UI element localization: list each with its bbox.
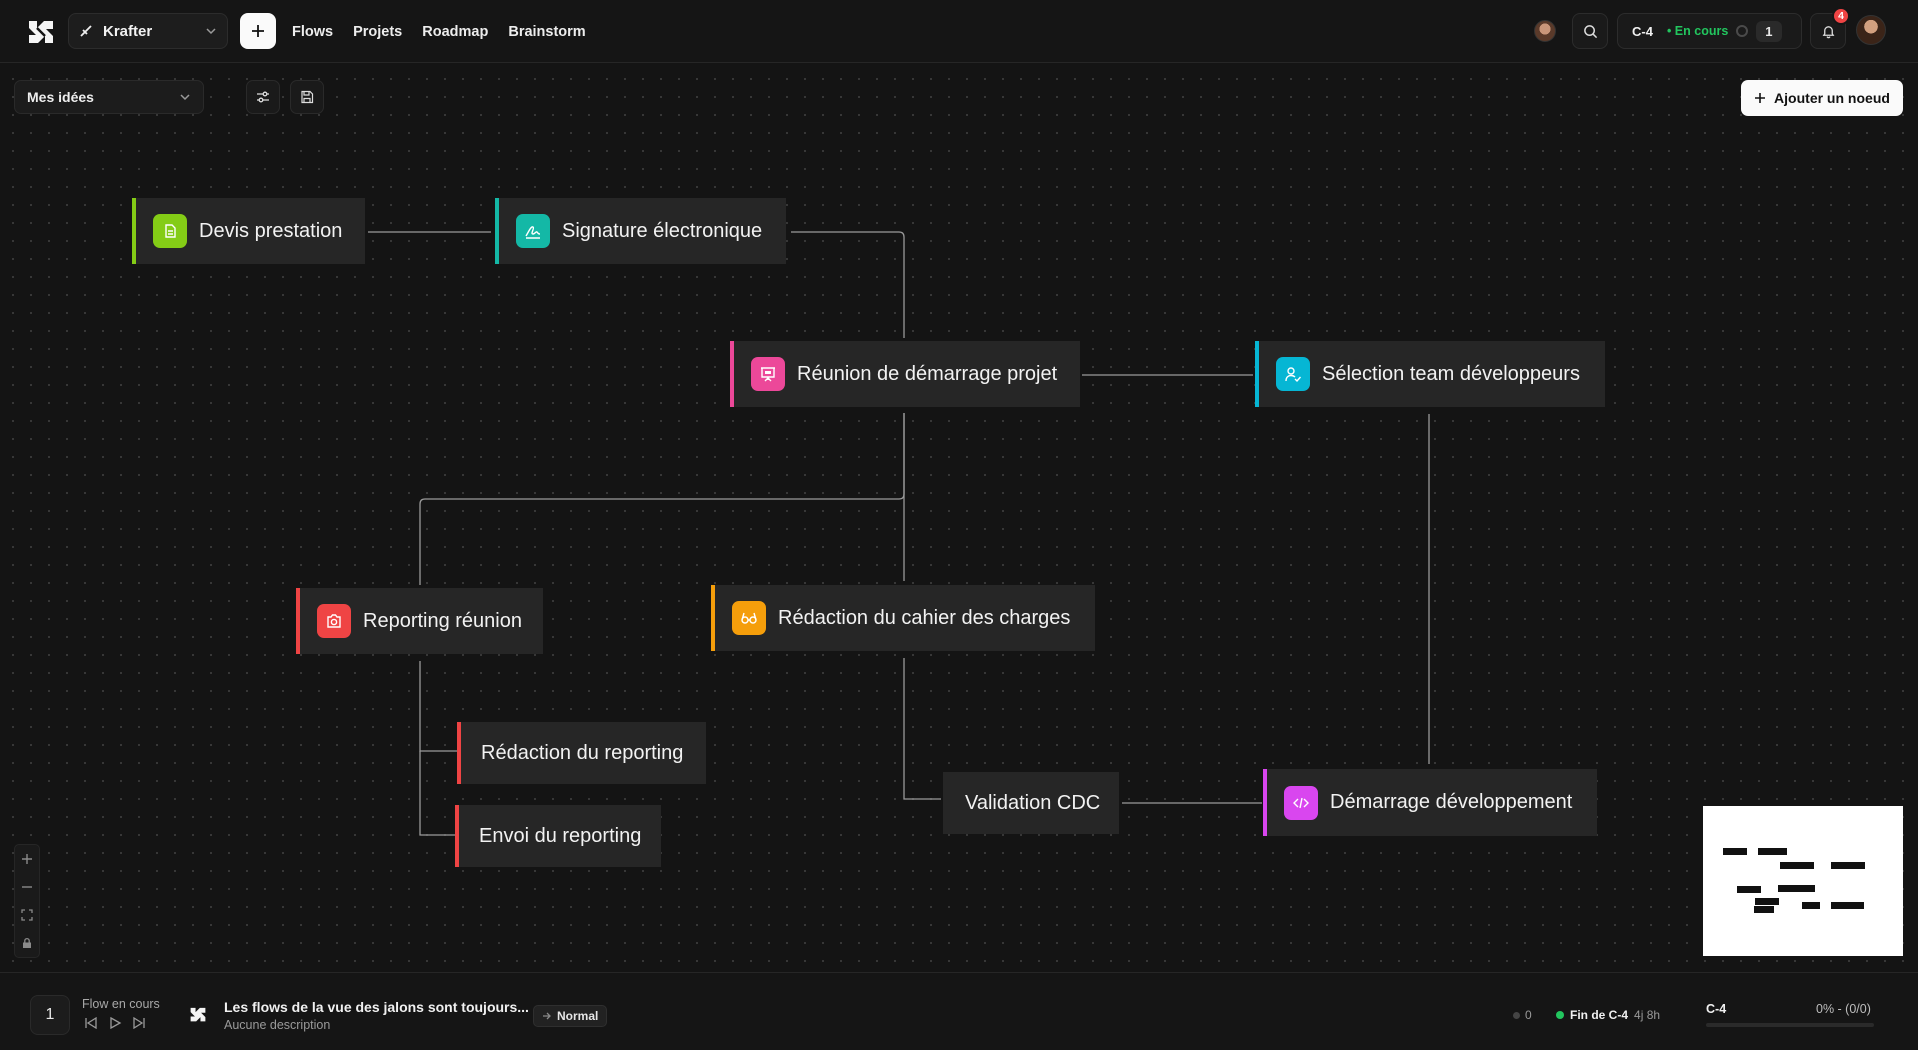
search-button[interactable] <box>1572 13 1608 49</box>
cycle-name: C-4 <box>1706 1002 1727 1016</box>
nav-projets[interactable]: Projets <box>353 24 402 40</box>
flow-description: Aucune description <box>224 1018 331 1032</box>
node-reporting-reunion[interactable]: Reporting réunion <box>296 588 543 654</box>
flow-label: Flow en cours <box>82 997 160 1011</box>
cycle-state: • En cours <box>1666 24 1729 38</box>
workspace-icon <box>80 25 92 37</box>
edge-reporting-redaction <box>419 661 457 752</box>
bell-icon <box>1822 25 1834 38</box>
zoom-in-icon[interactable] <box>21 853 33 865</box>
minimap-node <box>1831 902 1864 909</box>
edge-cdc-validation <box>903 658 941 800</box>
node-label: Rédaction du reporting <box>481 741 684 764</box>
node-devis-prestation[interactable]: Devis prestation <box>132 198 365 264</box>
user-check-icon <box>1276 357 1310 391</box>
end-time: 4j 8h <box>1634 1008 1661 1022</box>
node-label: Rédaction du cahier des charges <box>778 606 1071 629</box>
member-avatar[interactable] <box>1534 20 1556 42</box>
node-redaction-reporting[interactable]: Rédaction du reporting <box>457 722 706 784</box>
minimap-node <box>1737 886 1761 893</box>
priority-badge[interactable]: Normal <box>533 1005 608 1027</box>
flow-canvas[interactable]: Mes idées Ajouter un noeud Devis prestat… <box>0 64 1918 972</box>
minimap-node <box>1831 862 1865 869</box>
cycle-progress-text: 0% - (0/0) <box>1816 1002 1871 1016</box>
nav-brainstorm[interactable]: Brainstorm <box>508 24 585 40</box>
main-nav: Flows Projets Roadmap Brainstorm <box>292 0 586 63</box>
node-label: Devis prestation <box>199 219 343 242</box>
priority-label: Normal <box>557 1009 599 1023</box>
code-icon <box>1284 785 1318 820</box>
flow-title[interactable]: Les flows de la vue des jalons sont touj… <box>224 999 529 1015</box>
cycle-label: C-4 <box>1632 23 1653 39</box>
flow-controls <box>84 1017 146 1029</box>
node-label: Envoi du reporting <box>479 824 642 847</box>
search-icon <box>1583 24 1597 38</box>
workspace-switcher[interactable]: Krafter <box>68 13 228 49</box>
dot-icon <box>1513 1011 1520 1019</box>
minimap-node <box>1780 862 1814 869</box>
status-dot-icon <box>1556 1011 1564 1019</box>
cycle-progress-bar <box>1706 1023 1874 1027</box>
camera-icon <box>317 604 351 638</box>
plus-icon <box>252 25 264 37</box>
edge-reporting-envoi <box>419 751 455 836</box>
node-reunion-demarrage[interactable]: Réunion de démarrage projet <box>730 341 1080 407</box>
node-validation-cdc[interactable]: Validation CDC <box>943 772 1119 834</box>
node-demarrage-developpement[interactable]: Démarrage développement <box>1263 769 1597 836</box>
node-envoi-reporting[interactable]: Envoi du reporting <box>455 805 661 867</box>
edge-reunion-reporting <box>419 413 905 585</box>
node-signature-electronique[interactable]: Signature électronique <box>495 198 786 264</box>
fit-view-icon[interactable] <box>21 909 33 921</box>
minimap-node <box>1723 848 1747 855</box>
dot-count: 0 <box>1513 1008 1532 1022</box>
arrow-right-icon <box>543 1012 551 1020</box>
workspace-name: Krafter <box>103 22 153 40</box>
cycle-status[interactable]: C-4 • En cours 1 <box>1617 13 1802 49</box>
signature-icon <box>516 214 550 248</box>
node-redaction-cdc[interactable]: Rédaction du cahier des charges <box>711 585 1095 651</box>
edge-signature-reunion <box>791 231 905 338</box>
presentation-icon <box>751 357 785 391</box>
lock-icon[interactable] <box>21 937 33 949</box>
cycle-end: Fin de C-4 4j 8h <box>1556 1008 1660 1022</box>
minimap-node <box>1754 906 1774 913</box>
dot-count-value: 0 <box>1525 1008 1532 1022</box>
node-label: Reporting réunion <box>363 609 522 632</box>
minimap-node <box>1755 898 1779 905</box>
node-label: Signature électronique <box>562 219 763 242</box>
node-label: Réunion de démarrage projet <box>797 362 1058 385</box>
skip-back-icon[interactable] <box>84 1017 98 1029</box>
user-avatar[interactable] <box>1856 15 1886 45</box>
notification-badge: 4 <box>1832 7 1850 25</box>
cycle-count: 1 <box>1756 20 1782 42</box>
glasses-icon <box>732 601 766 635</box>
skip-forward-icon[interactable] <box>132 1017 146 1029</box>
file-icon <box>153 214 187 248</box>
node-label: Sélection team développeurs <box>1322 362 1580 385</box>
chevron-down-icon <box>206 28 216 35</box>
app-logo-icon[interactable] <box>28 18 54 44</box>
node-label: Démarrage développement <box>1330 791 1573 813</box>
play-icon[interactable] <box>108 1017 122 1029</box>
progress-ring-icon <box>1736 25 1749 37</box>
minimap[interactable] <box>1703 806 1903 956</box>
minimap-node <box>1758 848 1787 855</box>
minimap-node <box>1802 902 1820 909</box>
zoom-controls <box>14 844 40 958</box>
zoom-out-icon[interactable] <box>21 881 33 893</box>
nav-flows[interactable]: Flows <box>292 24 333 40</box>
flow-number[interactable]: 1 <box>30 995 70 1035</box>
nav-roadmap[interactable]: Roadmap <box>422 24 488 40</box>
node-label: Validation CDC <box>965 791 1101 814</box>
minimap-node <box>1778 885 1815 892</box>
create-button[interactable] <box>240 13 276 49</box>
top-bar: Krafter Flows Projets Roadmap Brainstorm… <box>0 0 1918 63</box>
flow-logo-icon <box>190 1007 206 1022</box>
bottom-bar: 1 Flow en cours Les flows de la vue des … <box>0 972 1918 1050</box>
node-selection-team[interactable]: Sélection team développeurs <box>1255 341 1605 407</box>
end-label: Fin de C-4 <box>1570 1008 1629 1022</box>
